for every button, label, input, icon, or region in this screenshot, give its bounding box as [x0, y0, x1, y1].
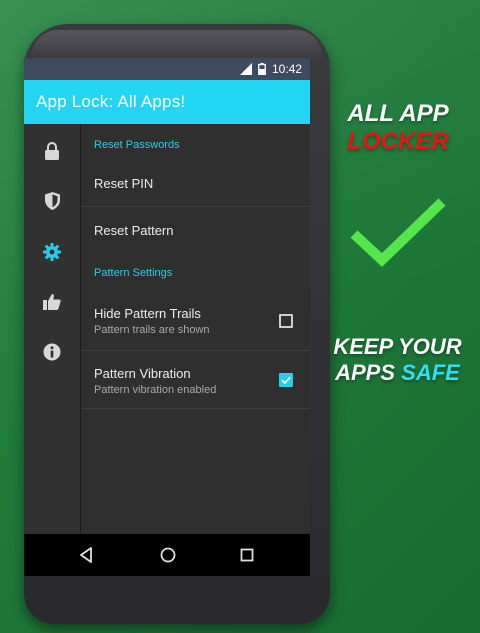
recents-button[interactable]	[238, 546, 256, 564]
home-circle-icon	[160, 547, 176, 563]
sidebar-item-rate[interactable]	[24, 286, 80, 318]
section-header-reset: Reset Passwords	[94, 139, 180, 151]
phone-top-bevel	[32, 30, 322, 60]
promo-line-all-app: ALL APP	[347, 100, 449, 127]
vibration-checkbox[interactable]	[279, 373, 293, 387]
reset-pin-label: Reset PIN	[94, 176, 154, 191]
checkmark-icon	[281, 376, 291, 385]
app-title: App Lock: All Apps!	[36, 92, 186, 111]
lock-icon	[44, 142, 60, 160]
hide-trails-title: Hide Pattern Trails	[94, 306, 201, 321]
thumbs-up-icon	[43, 293, 61, 311]
vibration-subtitle: Pattern vibration enabled	[94, 384, 217, 396]
promo-apps-word: APPS	[335, 360, 396, 385]
shield-icon	[44, 192, 60, 210]
sidebar-item-shield[interactable]	[24, 185, 80, 217]
promo-line-locker: LOCKER	[347, 128, 449, 155]
battery-icon	[258, 63, 266, 75]
settings-list: Reset Passwords Reset PIN Reset Pattern …	[81, 124, 310, 534]
hide-trails-checkbox[interactable]	[279, 314, 293, 328]
status-time: 10:42	[271, 62, 302, 76]
info-icon	[43, 343, 61, 361]
navigation-bar	[24, 534, 310, 576]
phone-screen: 10:42 App Lock: All Apps! Reset Password…	[24, 58, 310, 576]
gear-icon	[43, 243, 61, 261]
reset-pin-row[interactable]: Reset PIN	[81, 160, 310, 207]
checkmark-icon	[350, 198, 446, 267]
reset-pattern-label: Reset Pattern	[94, 223, 174, 238]
recents-square-icon	[240, 548, 254, 562]
home-button[interactable]	[159, 546, 177, 564]
app-bar: App Lock: All Apps!	[24, 80, 310, 124]
section-header-pattern: Pattern Settings	[94, 267, 173, 279]
hide-trails-subtitle: Pattern trails are shown	[94, 324, 210, 336]
signal-icon	[239, 63, 252, 75]
reset-pattern-row[interactable]: Reset Pattern	[81, 207, 310, 251]
sidebar-item-info[interactable]	[24, 336, 80, 368]
pattern-vibration-row[interactable]: Pattern Vibration Pattern vibration enab…	[81, 351, 310, 409]
sidebar-item-settings[interactable]	[24, 236, 80, 268]
promo-line-keep-your: KEEP YOUR	[333, 334, 462, 359]
promo-safe-word: SAFE	[401, 360, 460, 385]
vibration-title: Pattern Vibration	[94, 366, 191, 381]
back-triangle-icon	[80, 547, 92, 563]
back-button[interactable]	[78, 546, 96, 564]
promo-line-apps-safe: APPS SAFE	[330, 360, 465, 386]
sidebar	[24, 124, 81, 534]
hide-pattern-trails-row[interactable]: Hide Pattern Trails Pattern trails are s…	[81, 291, 310, 351]
sidebar-item-lock[interactable]	[24, 135, 80, 167]
status-bar: 10:42	[24, 58, 310, 80]
